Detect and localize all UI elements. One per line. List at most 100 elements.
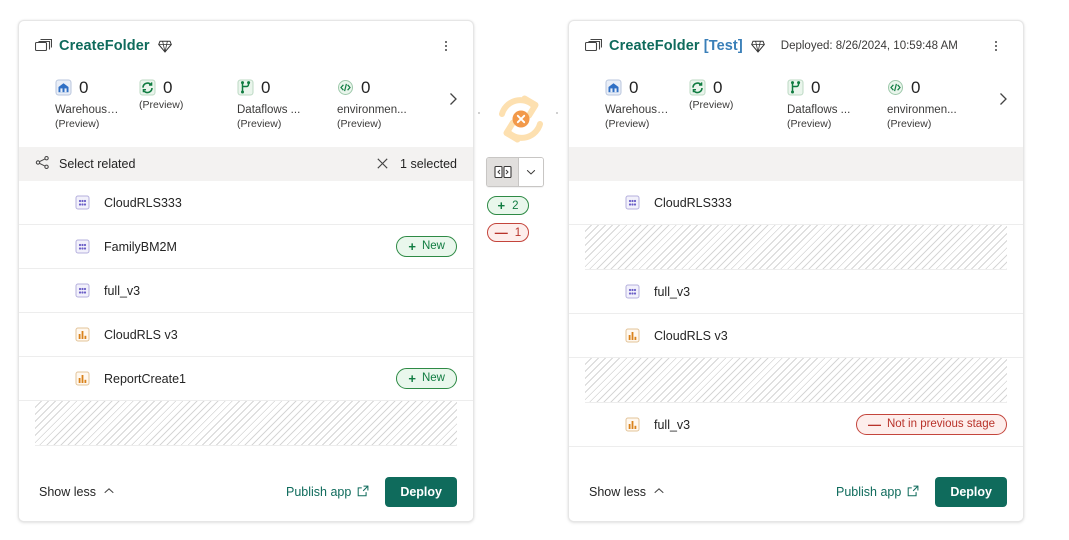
metric-warehouses-right[interactable]: 0 Warehouses (Preview) <box>569 77 669 130</box>
card-header-right: CreateFolder [Test] Deployed: 8/26/2024,… <box>569 21 1023 71</box>
list-item-name: CloudRLS v3 <box>654 329 728 343</box>
metric-label: environmen... <box>337 104 419 116</box>
chevron-right-icon-right[interactable] <box>991 87 1015 111</box>
more-vertical-icon-right[interactable] <box>983 33 1009 59</box>
dataflow-gen2-icon <box>689 79 706 96</box>
metric-label: Dataflows ... <box>237 104 319 116</box>
added-count-label: 2 <box>512 200 518 212</box>
publish-app-label: Publish app <box>836 485 901 499</box>
show-less-button-right[interactable]: Show less <box>589 485 665 500</box>
placeholder-row <box>585 358 1007 403</box>
deployed-timestamp-right: Deployed: 8/26/2024, 10:59:48 AM <box>781 40 958 52</box>
show-less-label: Show less <box>589 485 646 499</box>
show-less-label: Show less <box>39 485 96 499</box>
list-item[interactable]: CloudRLS v3 <box>19 313 473 357</box>
stacked-windows-icon <box>585 39 602 54</box>
report-icon <box>75 371 90 386</box>
metric-count: 0 <box>261 79 270 96</box>
decor-dot-left <box>478 112 480 114</box>
metric-dataflows-left[interactable]: 0 Dataflows ... (Preview) <box>219 77 319 130</box>
list-item[interactable]: full_v3 — Not in previous stage <box>569 403 1023 447</box>
warehouse-icon <box>605 79 622 96</box>
pipeline-stage-card-left: CreateFolder <box>18 20 474 522</box>
minus-icon: — <box>495 225 508 240</box>
semantic-model-icon <box>625 284 640 299</box>
stage-title-left[interactable]: CreateFolder <box>59 38 150 54</box>
chevron-down-icon[interactable] <box>519 158 543 186</box>
plus-icon: + <box>408 372 416 385</box>
environment-code-icon <box>337 79 354 96</box>
pipeline-stage-card-right: CreateFolder [Test] Deployed: 8/26/2024,… <box>568 20 1024 522</box>
item-list-right: CloudRLS333 full_v3 <box>569 181 1023 447</box>
publish-app-link-right[interactable]: Publish app <box>836 485 919 500</box>
metric-count: 0 <box>79 79 88 96</box>
select-related-icon <box>35 155 50 173</box>
chevron-up-icon <box>653 485 665 500</box>
status-badge-label: New <box>422 241 445 253</box>
metric-sublabel: (Preview) <box>689 99 769 111</box>
metric-count: 0 <box>163 79 172 96</box>
metrics-strip-right: 0 Warehouses (Preview) 0 <box>569 71 1023 147</box>
card-header-left: CreateFolder <box>19 21 473 71</box>
list-item-name: full_v3 <box>654 418 690 432</box>
status-badge-label: Not in previous stage <box>887 419 995 431</box>
list-item-name: FamilyBM2M <box>104 240 177 254</box>
chevron-right-icon-left[interactable] <box>441 87 465 111</box>
stage-title-right[interactable]: CreateFolder [Test] <box>609 38 743 54</box>
environment-code-icon <box>887 79 904 96</box>
semantic-model-icon <box>75 239 90 254</box>
metric-warehouses-left[interactable]: 0 Warehouses (Preview) <box>19 77 119 130</box>
select-related-label: Select related <box>59 157 135 171</box>
select-related-bar: Select related 1 selected <box>19 147 473 181</box>
metric-label: Warehouses <box>55 104 119 116</box>
compare-panes-icon[interactable] <box>487 158 519 186</box>
select-related-bar-placeholder <box>569 147 1023 181</box>
selected-count-label: 1 selected <box>400 157 457 171</box>
report-icon <box>75 327 90 342</box>
list-item[interactable]: FamilyBM2M + New <box>19 225 473 269</box>
list-item[interactable]: full_v3 <box>19 269 473 313</box>
deploy-button-right[interactable]: Deploy <box>935 477 1007 507</box>
semantic-model-icon <box>625 195 640 210</box>
placeholder-row <box>585 225 1007 270</box>
warehouse-icon <box>55 79 72 96</box>
list-item[interactable]: CloudRLS333 <box>19 181 473 225</box>
semantic-model-icon <box>75 195 90 210</box>
list-item[interactable]: full_v3 <box>569 270 1023 314</box>
footer-actions-right: Publish app Deploy <box>836 477 1007 507</box>
decor-dot-right <box>556 112 558 114</box>
metrics-strip-left: 0 Warehouses (Preview) 0 <box>19 71 473 147</box>
deploy-button-left[interactable]: Deploy <box>385 477 457 507</box>
stage-title-group-right: CreateFolder [Test] Deployed: 8/26/2024,… <box>585 38 983 54</box>
status-badge-label: New <box>422 373 445 385</box>
metric-dataflows-gen2-right[interactable]: 0 (Preview) <box>669 77 769 111</box>
removed-count-label: 1 <box>515 227 521 239</box>
plus-icon: + <box>498 198 506 213</box>
status-badge-new: + New <box>396 368 457 389</box>
placeholder-row <box>35 401 457 446</box>
metric-dataflows-right[interactable]: 0 Dataflows ... (Preview) <box>769 77 869 130</box>
selection-status: 1 selected <box>375 156 457 172</box>
semantic-model-icon <box>75 283 90 298</box>
item-list-left: CloudRLS333 FamilyBM2M + New <box>19 181 473 446</box>
list-item[interactable]: ReportCreate1 + New <box>19 357 473 401</box>
metric-sublabel: (Preview) <box>139 99 219 111</box>
metric-label: environmen... <box>887 104 969 116</box>
close-icon[interactable] <box>375 156 391 172</box>
open-in-new-icon <box>357 485 369 500</box>
metric-environments-left[interactable]: 0 environmen... (Preview) <box>319 77 419 130</box>
metric-count: 0 <box>811 79 820 96</box>
more-vertical-icon-left[interactable] <box>433 33 459 59</box>
stacked-windows-icon <box>35 39 52 54</box>
publish-app-link-left[interactable]: Publish app <box>286 485 369 500</box>
list-item[interactable]: CloudRLS v3 <box>569 314 1023 358</box>
select-related-button[interactable]: Select related <box>35 155 135 173</box>
compare-column: + 2 — 1 <box>478 20 564 522</box>
metric-count: 0 <box>361 79 370 96</box>
show-less-button-left[interactable]: Show less <box>39 485 115 500</box>
metric-sublabel: (Preview) <box>237 118 319 130</box>
metric-dataflows-gen2-left[interactable]: 0 (Preview) <box>119 77 219 111</box>
compare-sync-icon <box>490 88 552 150</box>
list-item[interactable]: CloudRLS333 <box>569 181 1023 225</box>
metric-environments-right[interactable]: 0 environmen... (Preview) <box>869 77 969 130</box>
